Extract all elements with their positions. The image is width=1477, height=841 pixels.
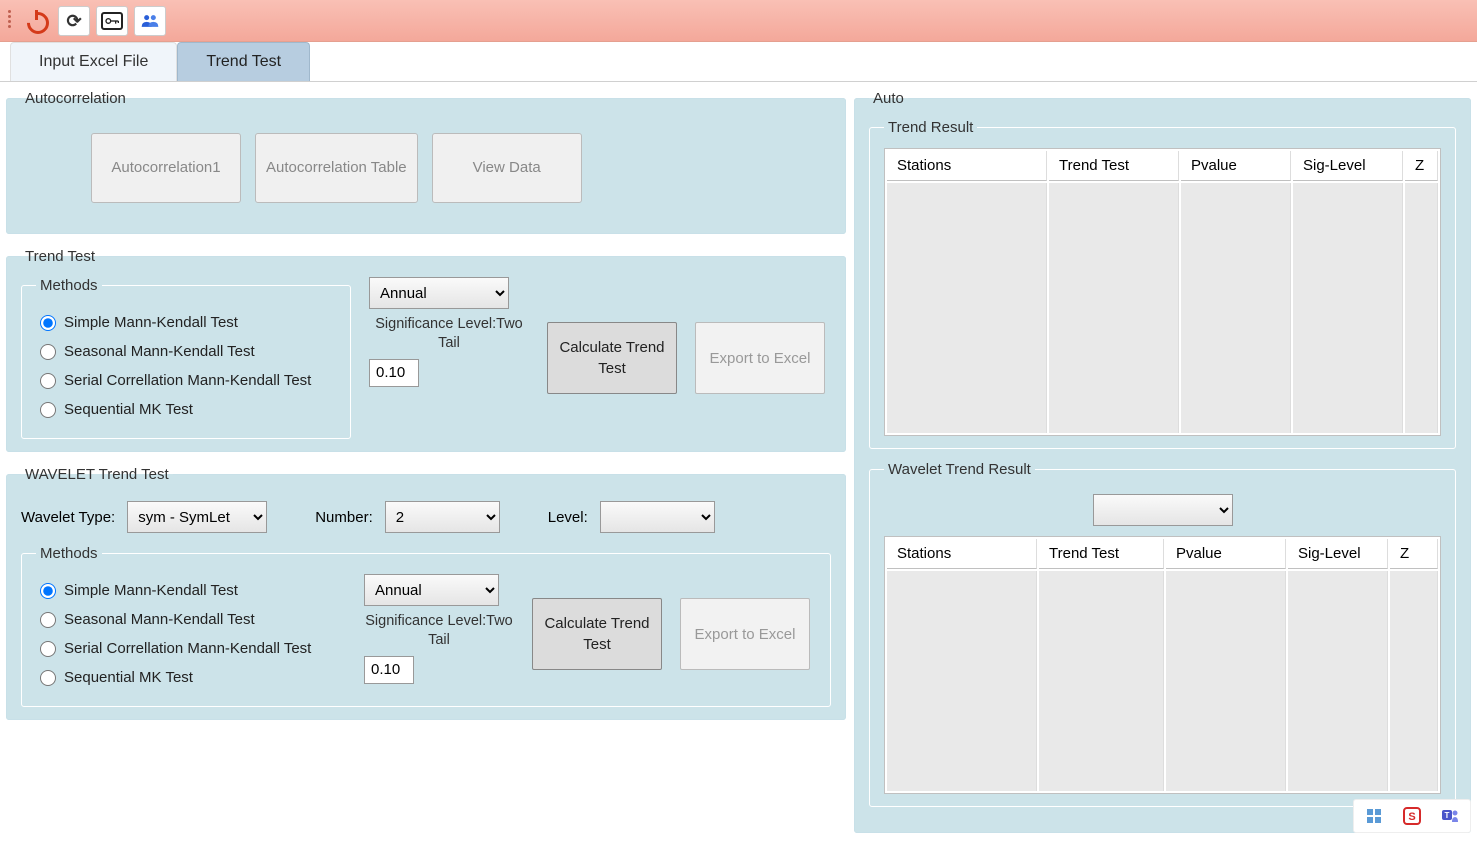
autocorrelation-table-button[interactable]: Autocorrelation Table (255, 133, 418, 203)
radio-serial-mk-input[interactable] (40, 373, 56, 389)
table-header-row: Stations Trend Test Pvalue Sig-Level Z (887, 539, 1438, 569)
wavelet-level-select[interactable] (600, 501, 715, 533)
auto-group: Auto Trend Result Stations Trend Test Pv… (854, 90, 1471, 833)
wavelet-type-select[interactable]: sym - SymLet (127, 501, 267, 533)
power-icon[interactable] (20, 6, 52, 36)
trend-result-table: Stations Trend Test Pvalue Sig-Level Z (884, 148, 1441, 436)
svg-text:S: S (1408, 811, 1415, 823)
col-sig-level[interactable]: Sig-Level (1293, 151, 1403, 181)
svg-text:T: T (1445, 811, 1450, 820)
wavelet-legend: WAVELET Trend Test (21, 466, 173, 483)
wavelet-period-select[interactable]: Annual (364, 574, 499, 606)
wradio-serial-mk[interactable]: Serial Correllation Mann-Kendall Test (40, 640, 342, 657)
wavelet-calculate-button[interactable]: Calculate Trend Test (532, 598, 662, 670)
wavelet-result-select[interactable] (1093, 494, 1233, 526)
wavelet-methods-legend: Methods (36, 545, 102, 562)
wcol-stations[interactable]: Stations (887, 539, 1037, 569)
refresh-icon[interactable]: ⟳ (58, 6, 90, 36)
wavelet-result-table: Stations Trend Test Pvalue Sig-Level Z (884, 536, 1441, 794)
col-z[interactable]: Z (1405, 151, 1438, 181)
autocorrelation-group: Autocorrelation Autocorrelation1 Autocor… (6, 90, 846, 234)
radio-seasonal-mk[interactable]: Seasonal Mann-Kendall Test (40, 343, 332, 360)
autocorrelation-legend: Autocorrelation (21, 90, 130, 107)
wavelet-trend-test-group: WAVELET Trend Test Wavelet Type: sym - S… (6, 466, 846, 720)
trend-result-body (887, 183, 1438, 433)
wavelet-methods-group: Methods Simple Mann-Kendall Test Seasona… (21, 545, 831, 707)
wradio-simple-mk[interactable]: Simple Mann-Kendall Test (40, 582, 342, 599)
wradio-simple-mk-input[interactable] (40, 583, 56, 599)
wavelet-level-label: Level: (548, 509, 588, 526)
col-stations[interactable]: Stations (887, 151, 1047, 181)
wavelet-type-label: Wavelet Type: (21, 509, 115, 526)
tab-trend-test[interactable]: Trend Test (177, 42, 310, 81)
radio-serial-mk[interactable]: Serial Correllation Mann-Kendall Test (40, 372, 332, 389)
wradio-sequential-mk[interactable]: Sequential MK Test (40, 669, 342, 686)
wradio-seasonal-mk-input[interactable] (40, 612, 56, 628)
main-toolbar: ⟳ (0, 0, 1477, 42)
team-icon[interactable] (134, 6, 166, 36)
wcol-pvalue[interactable]: Pvalue (1166, 539, 1286, 569)
trend-result-legend: Trend Result (884, 119, 977, 136)
autocorrelation-buttons: Autocorrelation1 Autocorrelation Table V… (21, 119, 831, 221)
system-tray: S T (1353, 799, 1471, 833)
wavelet-number-select[interactable]: 2 (385, 501, 500, 533)
radio-simple-mk[interactable]: Simple Mann-Kendall Test (40, 314, 332, 331)
radio-seasonal-mk-input[interactable] (40, 344, 56, 360)
content-area: Autocorrelation Autocorrelation1 Autocor… (0, 82, 1477, 841)
radio-sequential-mk[interactable]: Sequential MK Test (40, 401, 332, 418)
col-pvalue[interactable]: Pvalue (1181, 151, 1291, 181)
wradio-sequential-mk-label: Sequential MK Test (64, 669, 193, 686)
calculate-trend-test-button[interactable]: Calculate Trend Test (547, 322, 677, 394)
left-panel: Autocorrelation Autocorrelation1 Autocor… (6, 90, 846, 833)
period-select[interactable]: Annual (369, 277, 509, 309)
wradio-seasonal-mk-label: Seasonal Mann-Kendall Test (64, 611, 255, 628)
wavelet-significance-label: Significance Level:Two Tail (364, 612, 514, 650)
col-trend-test[interactable]: Trend Test (1049, 151, 1179, 181)
radio-serial-mk-label: Serial Correllation Mann-Kendall Test (64, 372, 311, 389)
right-panel: Auto Trend Result Stations Trend Test Pv… (854, 90, 1471, 833)
wavelet-result-legend: Wavelet Trend Result (884, 461, 1035, 478)
autocorrelation1-button[interactable]: Autocorrelation1 (91, 133, 241, 203)
tab-input-excel[interactable]: Input Excel File (10, 42, 177, 81)
significance-label: Significance Level:Two Tail (369, 315, 529, 353)
methods-group: Methods Simple Mann-Kendall Test Seasona… (21, 277, 351, 439)
methods-legend: Methods (36, 277, 102, 294)
radio-seasonal-mk-label: Seasonal Mann-Kendall Test (64, 343, 255, 360)
significance-input[interactable] (369, 359, 419, 387)
wradio-seasonal-mk[interactable]: Seasonal Mann-Kendall Test (40, 611, 342, 628)
view-data-button[interactable]: View Data (432, 133, 582, 203)
wavelet-number-label: Number: (315, 509, 373, 526)
radio-sequential-mk-label: Sequential MK Test (64, 401, 193, 418)
wradio-sequential-mk-input[interactable] (40, 670, 56, 686)
export-to-excel-button[interactable]: Export to Excel (695, 322, 825, 394)
key-icon[interactable] (96, 6, 128, 36)
wavelet-trend-result-group: Wavelet Trend Result Stations Trend Test… (869, 461, 1456, 807)
radio-simple-mk-input[interactable] (40, 315, 56, 331)
auto-legend: Auto (869, 90, 908, 107)
wradio-serial-mk-input[interactable] (40, 641, 56, 657)
wradio-serial-mk-label: Serial Correllation Mann-Kendall Test (64, 640, 311, 657)
tray-app-icon[interactable] (1364, 806, 1384, 826)
wavelet-significance-input[interactable] (364, 656, 414, 684)
tray-s-icon[interactable]: S (1402, 806, 1422, 826)
trend-test-legend: Trend Test (21, 248, 99, 265)
tray-teams-icon[interactable]: T (1440, 806, 1460, 826)
trend-test-group: Trend Test Methods Simple Mann-Kendall T… (6, 248, 846, 452)
wcol-z[interactable]: Z (1390, 539, 1438, 569)
tab-strip: Input Excel File Trend Test (0, 42, 1477, 82)
radio-sequential-mk-input[interactable] (40, 402, 56, 418)
wcol-trend-test[interactable]: Trend Test (1039, 539, 1164, 569)
wcol-sig-level[interactable]: Sig-Level (1288, 539, 1388, 569)
toolbar-grip (8, 6, 12, 35)
wradio-simple-mk-label: Simple Mann-Kendall Test (64, 582, 238, 599)
wavelet-export-button[interactable]: Export to Excel (680, 598, 810, 670)
table-header-row: Stations Trend Test Pvalue Sig-Level Z (887, 151, 1438, 181)
trend-result-group: Trend Result Stations Trend Test Pvalue … (869, 119, 1456, 449)
wavelet-result-body (887, 571, 1438, 791)
radio-simple-mk-label: Simple Mann-Kendall Test (64, 314, 238, 331)
